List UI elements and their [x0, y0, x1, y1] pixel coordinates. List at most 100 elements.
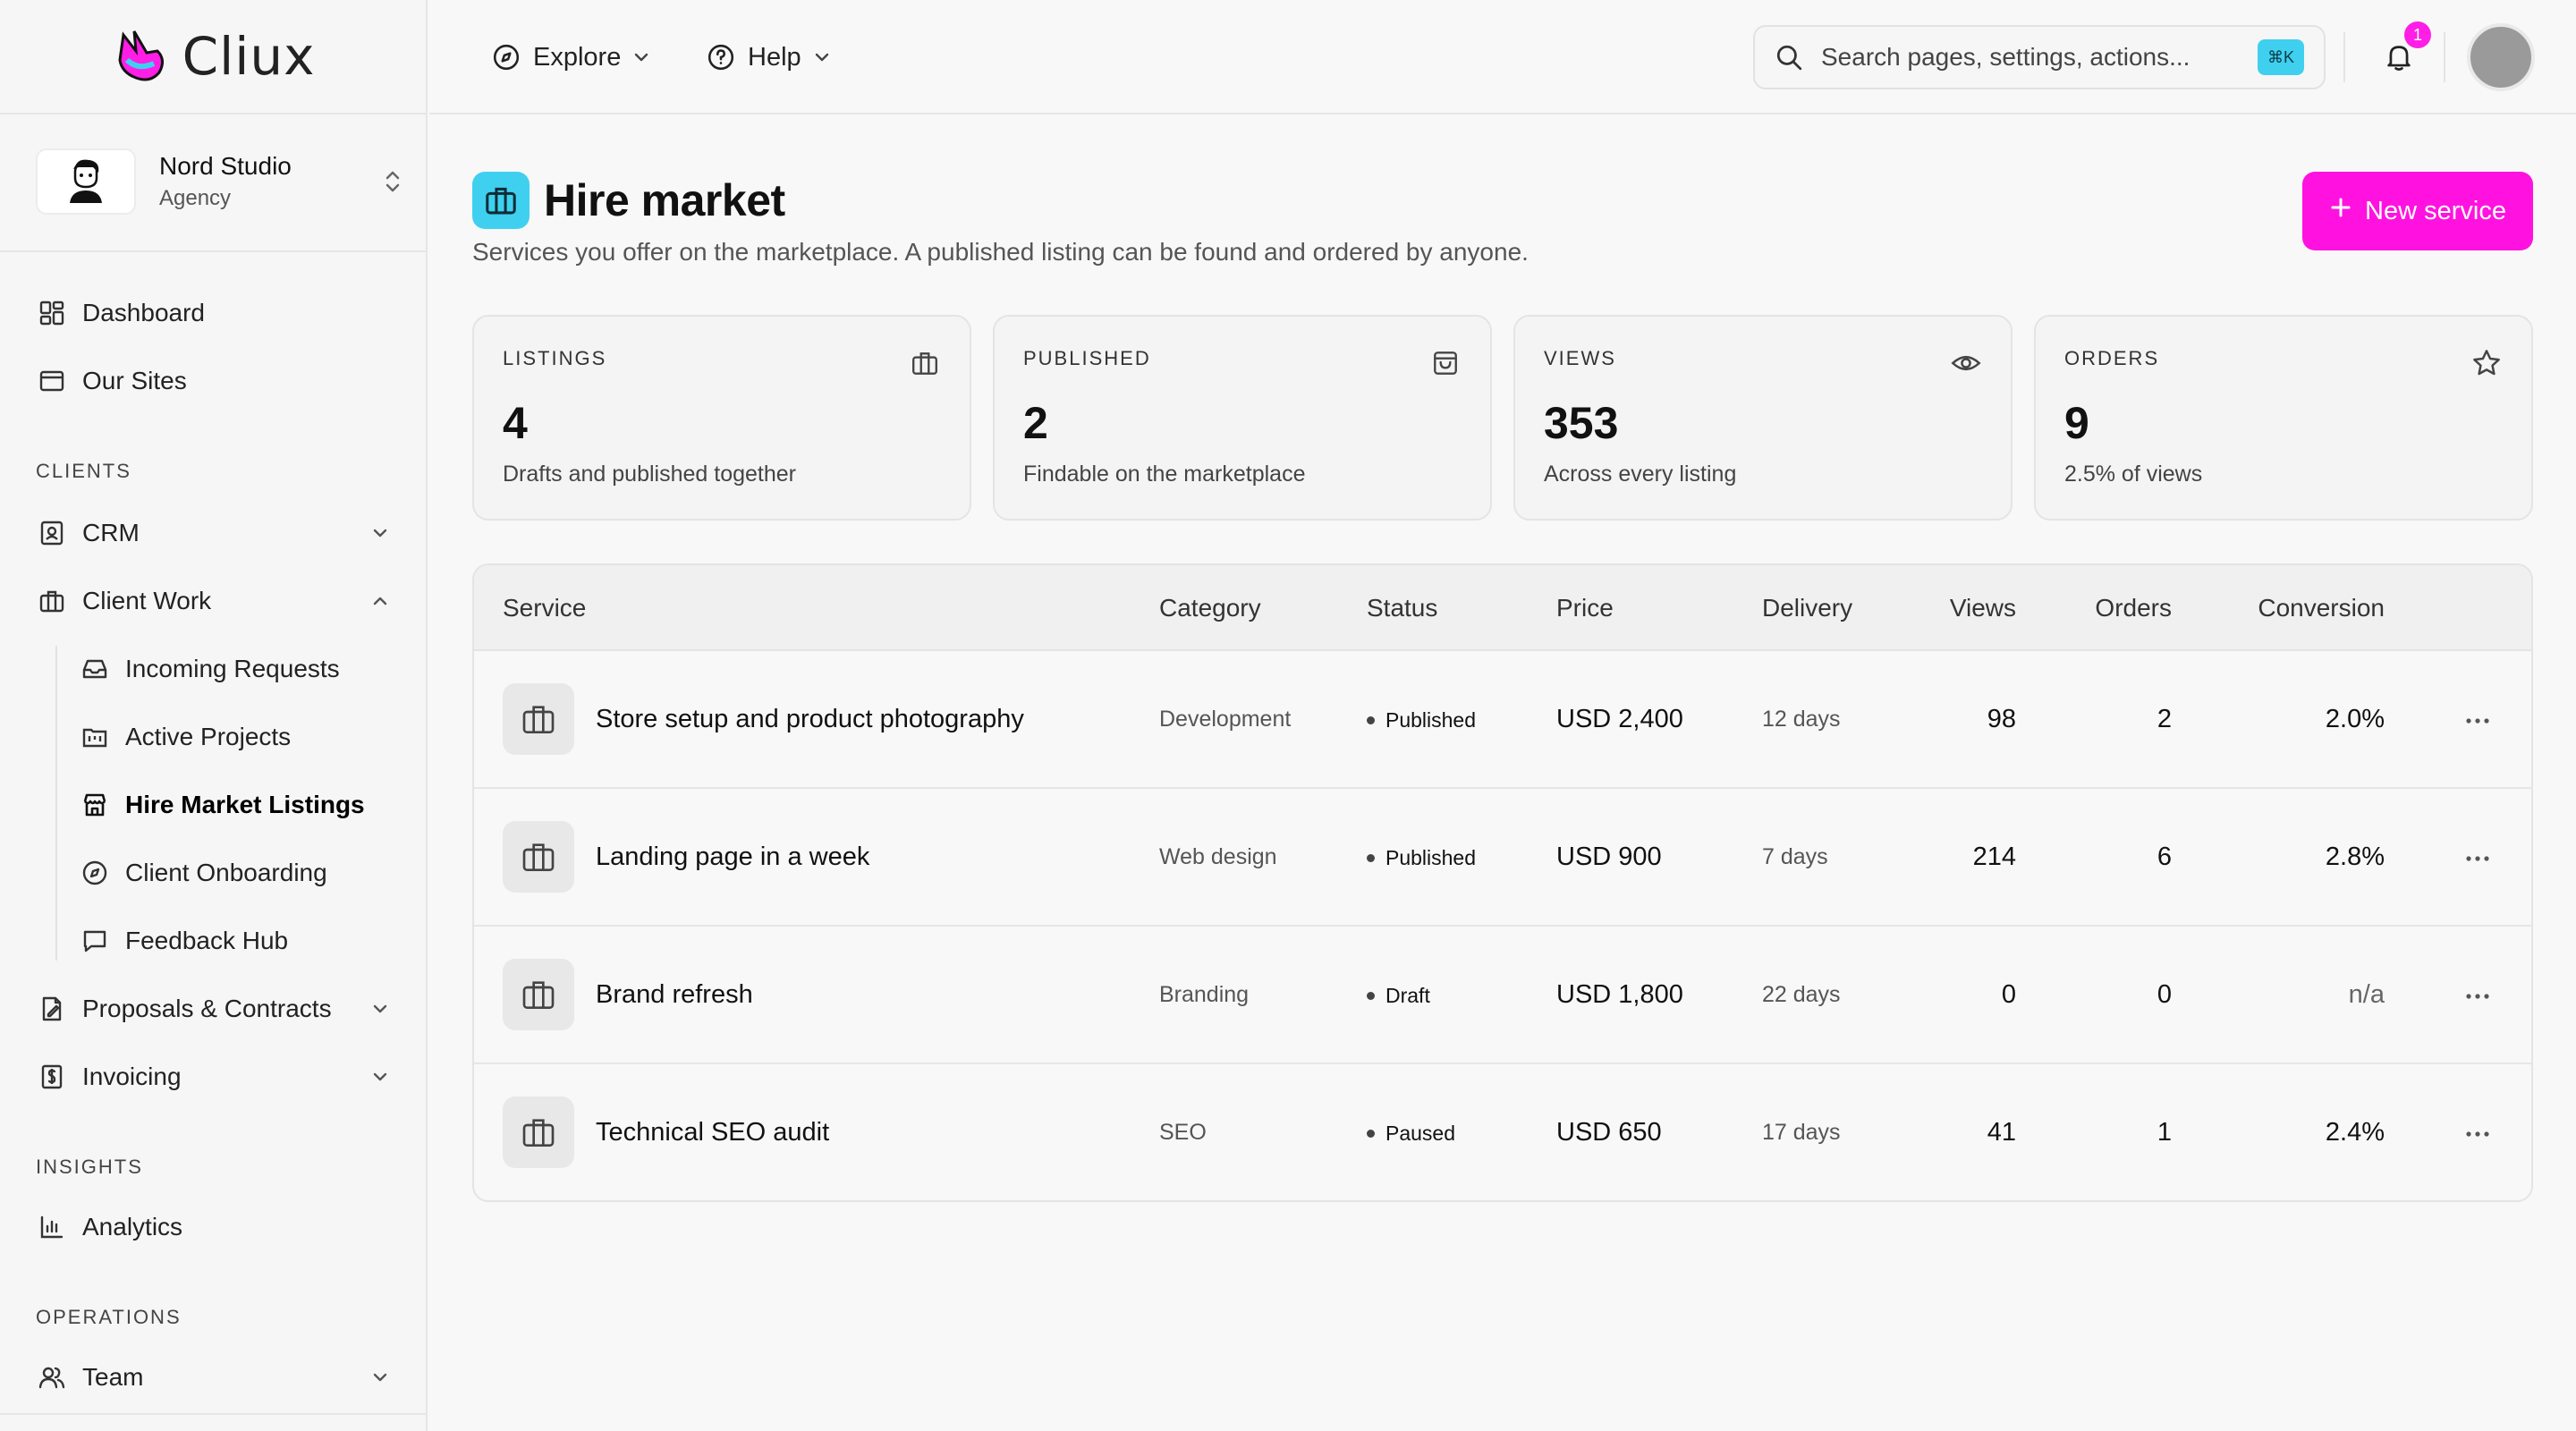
chevron-up-icon [367, 588, 394, 614]
more-horizontal-icon[interactable] [2460, 1116, 2496, 1152]
services-table: Service Category Status Price Delivery V… [472, 563, 2533, 1202]
workspace-name: Nord Studio [159, 152, 292, 180]
service-price: USD 1,800 [1556, 980, 1683, 1009]
message-square-icon [79, 925, 111, 957]
page-subtitle: Services you offer on the marketplace. A… [472, 238, 1529, 266]
contact-card-icon [36, 517, 68, 549]
bell-icon [2387, 46, 2411, 71]
sidebar-item-team[interactable]: Team [36, 1352, 394, 1402]
column-header-service[interactable]: Service [503, 594, 586, 622]
help-menu[interactable]: Help [707, 36, 839, 79]
stat-caption: Findable on the marketplace [1023, 461, 1306, 487]
briefcase-icon [503, 959, 574, 1030]
global-search[interactable]: ⌘K [1753, 25, 2326, 89]
table-row[interactable]: Technical SEO audit SEO Paused USD 650 1… [474, 1064, 2531, 1200]
workspace-avatar [36, 148, 136, 215]
more-horizontal-icon[interactable] [2460, 841, 2496, 876]
user-avatar[interactable] [2467, 23, 2535, 91]
chevron-down-icon [367, 995, 394, 1022]
page-title: Hire market [544, 175, 785, 225]
workspace-type: Agency [159, 186, 232, 210]
briefcase-icon [36, 585, 68, 617]
service-conversion: n/a [2348, 980, 2385, 1009]
service-conversion: 2.8% [2325, 843, 2385, 871]
service-name[interactable]: Technical SEO audit [596, 1118, 829, 1147]
column-header-delivery[interactable]: Delivery [1762, 594, 1852, 622]
service-name[interactable]: Landing page in a week [596, 843, 869, 872]
sidebar-item-incoming-requests[interactable]: Incoming Requests [79, 644, 394, 694]
service-orders: 2 [2157, 705, 2172, 733]
inbox-icon [79, 653, 111, 685]
sidebar-item-client-work[interactable]: Client Work [36, 576, 394, 626]
more-horizontal-icon[interactable] [2460, 978, 2496, 1014]
notification-count-badge: 1 [2404, 21, 2431, 48]
sidebar-item-analytics[interactable]: Analytics [36, 1202, 394, 1252]
sidebar-item-hire-market-listings[interactable]: Hire Market Listings [79, 780, 394, 830]
sidebar-item-label: Client Work [82, 587, 212, 614]
search-icon [1775, 41, 1807, 73]
chevron-down-icon [367, 1063, 394, 1090]
explore-menu[interactable]: Explore [492, 36, 658, 79]
service-views: 0 [2001, 980, 2016, 1009]
status-text: Paused [1385, 1122, 1456, 1145]
briefcase-icon [909, 347, 941, 379]
sidebar-item-feedback-hub[interactable]: Feedback Hub [79, 916, 394, 966]
sidebar-item-label: Client Onboarding [125, 859, 327, 886]
sidebar-item-crm[interactable]: CRM [36, 508, 394, 558]
cliux-logo-icon [111, 24, 172, 89]
search-input[interactable] [1821, 43, 2258, 72]
stat-value: 2 [1023, 398, 1048, 448]
topbar-divider [2444, 32, 2445, 82]
status-text: Published [1385, 846, 1477, 869]
service-category: Branding [1159, 982, 1250, 1007]
service-views: 214 [1972, 843, 2016, 871]
sidebar-item-client-onboarding[interactable]: Client Onboarding [79, 848, 394, 898]
section-label-clients: CLIENTS [36, 460, 131, 482]
more-horizontal-icon[interactable] [2460, 703, 2496, 739]
service-price: USD 2,400 [1556, 705, 1683, 733]
sidebar-item-our-sites[interactable]: Our Sites [36, 356, 394, 406]
column-header-orders[interactable]: Orders [2095, 594, 2172, 622]
column-header-price[interactable]: Price [1556, 594, 1614, 622]
service-orders: 1 [2157, 1118, 2172, 1147]
service-category: Web design [1159, 844, 1277, 869]
stat-label: PUBLISHED [1023, 347, 1151, 369]
sidebar-item-label: Hire Market Listings [125, 791, 365, 818]
help-circle-icon [707, 41, 739, 73]
sidebar-item-active-projects[interactable]: Active Projects [79, 712, 394, 762]
column-header-conversion[interactable]: Conversion [2258, 594, 2385, 622]
status-badge: Published [1367, 846, 1476, 870]
browser-window-icon [36, 365, 68, 397]
service-orders: 6 [2157, 843, 2172, 871]
sidebar-divider [0, 250, 428, 252]
service-name[interactable]: Store setup and product photography [596, 705, 1024, 734]
compass-icon [492, 41, 524, 73]
sidebar-bottom-divider [0, 1413, 428, 1415]
logo-bar[interactable]: Cliux [0, 0, 426, 114]
table-row[interactable]: Landing page in a week Web design Publis… [474, 789, 2531, 927]
compass-icon [79, 857, 111, 889]
sidebar-item-proposals-contracts[interactable]: Proposals & Contracts [36, 984, 394, 1034]
sidebar-item-dashboard[interactable]: Dashboard [36, 288, 394, 338]
plus-icon [2329, 196, 2352, 226]
service-delivery: 7 days [1762, 844, 1828, 869]
sidebar: Cliux Nord Studio Agency Dashboard Our S… [0, 0, 428, 1431]
star-icon [2470, 347, 2503, 379]
explore-label: Explore [533, 42, 622, 72]
chevron-down-icon [812, 47, 839, 67]
workspace-switcher[interactable]: Nord Studio Agency [36, 148, 406, 215]
service-price: USD 900 [1556, 843, 1662, 871]
stat-value: 353 [1544, 398, 1619, 448]
table-row[interactable]: Brand refresh Branding Draft USD 1,800 2… [474, 927, 2531, 1064]
table-row[interactable]: Store setup and product photography Deve… [474, 651, 2531, 789]
service-name[interactable]: Brand refresh [596, 980, 753, 1010]
column-header-status[interactable]: Status [1367, 594, 1437, 622]
sidebar-item-label: Our Sites [82, 367, 187, 394]
new-service-button[interactable]: New service [2302, 172, 2533, 250]
sidebar-item-label: Active Projects [125, 723, 292, 750]
sidebar-item-invoicing[interactable]: Invoicing [36, 1052, 394, 1102]
stat-caption: Across every listing [1544, 461, 1737, 487]
column-header-category[interactable]: Category [1159, 594, 1261, 622]
briefcase-icon [503, 1097, 574, 1168]
column-header-views[interactable]: Views [1950, 594, 2016, 622]
